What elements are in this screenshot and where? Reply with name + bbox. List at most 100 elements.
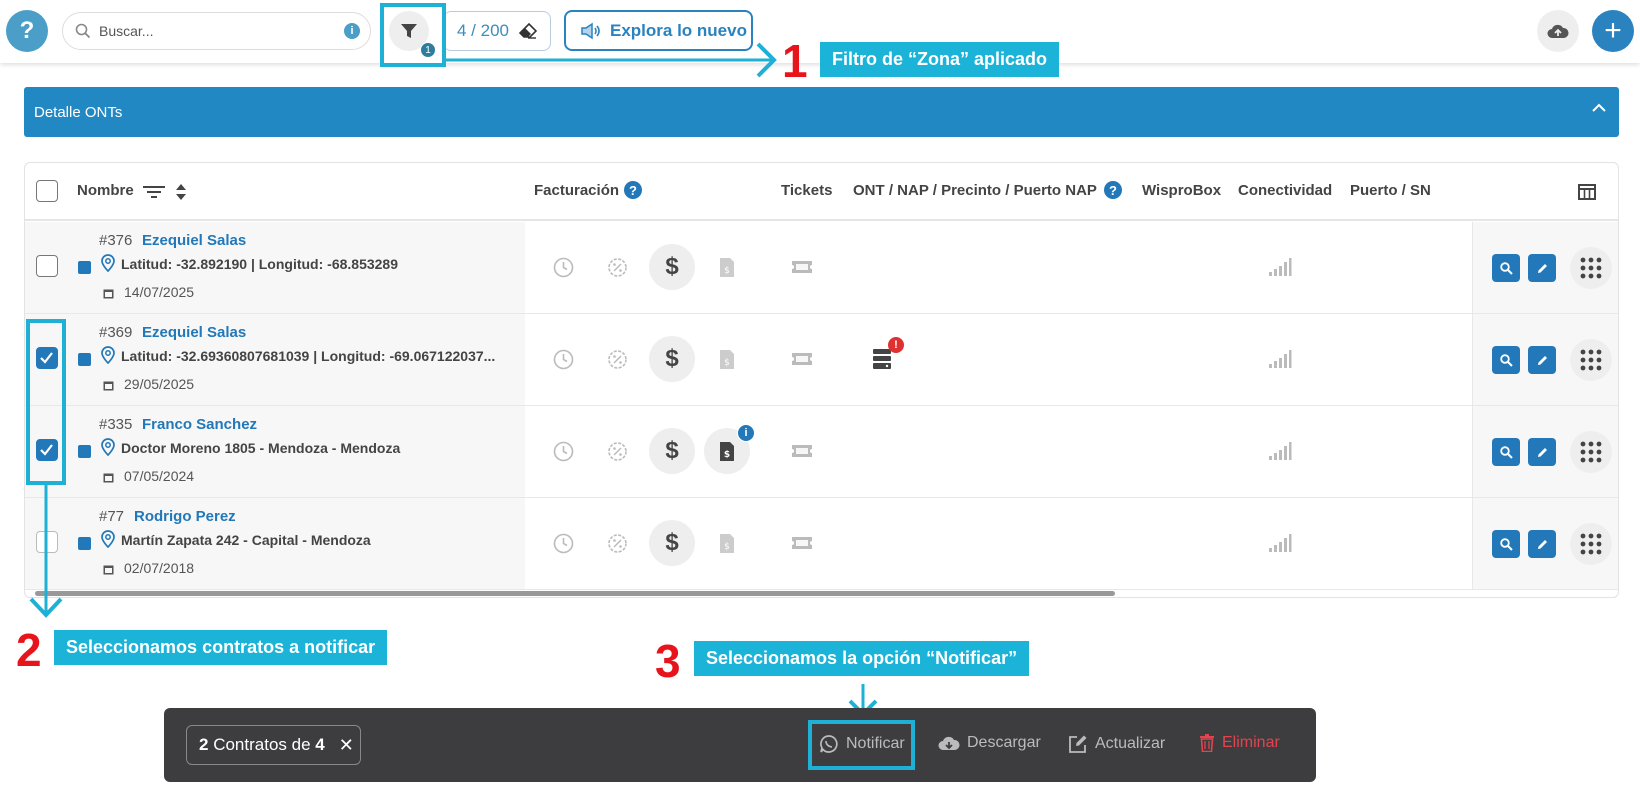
svg-text:$: $ bbox=[724, 450, 730, 460]
ticket-icon[interactable] bbox=[791, 351, 813, 367]
pencil-icon bbox=[1537, 263, 1547, 273]
client-name-link[interactable]: Ezequiel Salas bbox=[142, 324, 246, 341]
selection-count-chip[interactable]: 2 Contratos de 4 ✕ bbox=[186, 725, 361, 765]
col-conectividad: Conectividad bbox=[1238, 182, 1333, 199]
edit-square-icon bbox=[1069, 735, 1087, 753]
search-icon bbox=[1499, 445, 1513, 459]
view-button[interactable] bbox=[1492, 254, 1520, 282]
select-all-checkbox[interactable] bbox=[36, 180, 58, 202]
view-button[interactable] bbox=[1492, 346, 1520, 374]
delete-button[interactable]: Eliminar bbox=[1199, 734, 1280, 752]
add-button[interactable]: + bbox=[1592, 10, 1634, 52]
discount-icon[interactable] bbox=[607, 257, 628, 278]
client-name-link[interactable]: Rodrigo Perez bbox=[134, 508, 236, 525]
invoice-icon: $ bbox=[720, 441, 734, 461]
ticket-icon[interactable] bbox=[791, 535, 813, 551]
ont-help-icon[interactable]: ? bbox=[1104, 181, 1122, 199]
svg-text:$: $ bbox=[724, 542, 730, 552]
discount-icon[interactable] bbox=[607, 533, 628, 554]
billing-dollar-button[interactable]: $ bbox=[649, 520, 695, 566]
client-name-link[interactable]: Ezequiel Salas bbox=[142, 232, 246, 249]
contract-id: #376 bbox=[99, 232, 133, 249]
contract-date: 02/07/2018 bbox=[124, 560, 195, 576]
annotation-label: Seleccionamos contratos a notificar bbox=[54, 630, 388, 665]
cloud-upload-button[interactable] bbox=[1537, 10, 1579, 52]
help-button[interactable]: ? bbox=[6, 10, 48, 52]
more-options-button[interactable] bbox=[1570, 431, 1612, 473]
view-button[interactable] bbox=[1492, 530, 1520, 558]
clock-icon[interactable] bbox=[553, 257, 574, 278]
clock-icon[interactable] bbox=[553, 441, 574, 462]
status-square bbox=[78, 445, 91, 458]
download-button[interactable]: Descargar bbox=[938, 734, 1041, 752]
calendar-icon bbox=[103, 289, 114, 299]
grid-dots-icon bbox=[1580, 441, 1602, 463]
edit-button[interactable] bbox=[1528, 254, 1556, 282]
more-options-button[interactable] bbox=[1570, 523, 1612, 565]
annotation-box-checkboxes bbox=[26, 319, 66, 485]
invoice-icon[interactable]: $ bbox=[719, 349, 735, 370]
server-icon[interactable] bbox=[873, 349, 891, 369]
ticket-icon[interactable] bbox=[791, 259, 813, 275]
facturacion-help-icon[interactable]: ? bbox=[624, 181, 642, 199]
search-input[interactable]: Buscar... i bbox=[62, 12, 371, 50]
eraser-icon[interactable] bbox=[519, 23, 537, 39]
table-row[interactable]: #369 Ezequiel Salas Latitud: -32.6936080… bbox=[25, 314, 1618, 406]
sort-arrows-icon[interactable] bbox=[175, 183, 187, 201]
annotation-label: Seleccionamos la opción “Notificar” bbox=[694, 641, 1030, 676]
annotation-box-filter bbox=[380, 3, 446, 67]
panel-title: Detalle ONTs bbox=[34, 103, 123, 121]
table-row[interactable]: #376 Ezequiel Salas Latitud: -32.892190 … bbox=[25, 222, 1618, 314]
row-checkbox[interactable] bbox=[36, 255, 58, 277]
chevron-up-icon[interactable] bbox=[1591, 102, 1607, 114]
contract-address: Martín Zapata 242 - Capital - Mendoza bbox=[121, 532, 371, 548]
edit-button[interactable] bbox=[1528, 438, 1556, 466]
panel-header-detalle-onts[interactable]: Detalle ONTs bbox=[24, 87, 1619, 137]
more-options-button[interactable] bbox=[1570, 247, 1612, 289]
svg-text:$: $ bbox=[724, 358, 730, 368]
col-puerto: Puerto / SN bbox=[1350, 182, 1431, 199]
update-button[interactable]: Actualizar bbox=[1068, 734, 1165, 754]
client-name-link[interactable]: Franco Sanchez bbox=[142, 416, 257, 433]
invoice-icon[interactable]: $ bbox=[719, 257, 735, 278]
contract-address: Latitud: -32.69360807681039 | Longitud: … bbox=[121, 348, 496, 364]
clock-icon[interactable] bbox=[553, 349, 574, 370]
contract-address: Latitud: -32.892190 | Longitud: -68.8532… bbox=[121, 256, 398, 272]
discount-icon[interactable] bbox=[607, 441, 628, 462]
col-ont: ONT / NAP / Precinto / Puerto NAP bbox=[853, 182, 1097, 199]
signal-icon bbox=[1269, 258, 1292, 276]
search-icon bbox=[1499, 261, 1513, 275]
trash-icon bbox=[1200, 734, 1214, 752]
status-square bbox=[78, 261, 91, 274]
edit-button[interactable] bbox=[1528, 346, 1556, 374]
search-icon bbox=[1499, 353, 1513, 367]
alert-badge: ! bbox=[888, 337, 904, 353]
discount-icon[interactable] bbox=[607, 349, 628, 370]
location-pin-icon bbox=[101, 346, 115, 364]
table-row[interactable]: #335 Franco Sanchez Doctor Moreno 1805 -… bbox=[25, 406, 1618, 498]
edit-button[interactable] bbox=[1528, 530, 1556, 558]
grid-dots-icon bbox=[1580, 533, 1602, 555]
view-button[interactable] bbox=[1492, 438, 1520, 466]
search-icon bbox=[1499, 537, 1513, 551]
delete-label: Eliminar bbox=[1222, 734, 1280, 751]
selection-middle-text: Contratos de bbox=[208, 735, 316, 754]
signal-icon bbox=[1269, 534, 1292, 552]
megaphone-icon bbox=[581, 22, 600, 39]
table-header: Nombre Facturación ? Tickets ONT / NAP /… bbox=[25, 163, 1618, 221]
clear-selection-button[interactable]: ✕ bbox=[339, 735, 354, 756]
columns-icon[interactable] bbox=[1578, 184, 1596, 200]
table-row[interactable]: #77 Rodrigo Perez Martín Zapata 242 - Ca… bbox=[25, 498, 1618, 590]
clock-icon[interactable] bbox=[553, 533, 574, 554]
col-tickets: Tickets bbox=[781, 182, 833, 199]
billing-dollar-button[interactable]: $ bbox=[649, 336, 695, 382]
sort-lines-icon[interactable] bbox=[142, 184, 166, 200]
horizontal-scrollbar[interactable] bbox=[35, 591, 1115, 596]
invoice-icon[interactable]: $ bbox=[719, 533, 735, 554]
ticket-icon[interactable] bbox=[791, 443, 813, 459]
more-options-button[interactable] bbox=[1570, 339, 1612, 381]
billing-dollar-button[interactable]: $ bbox=[649, 244, 695, 290]
search-info-icon[interactable]: i bbox=[344, 23, 360, 39]
billing-dollar-button[interactable]: $ bbox=[649, 428, 695, 474]
info-badge: i bbox=[737, 424, 755, 442]
